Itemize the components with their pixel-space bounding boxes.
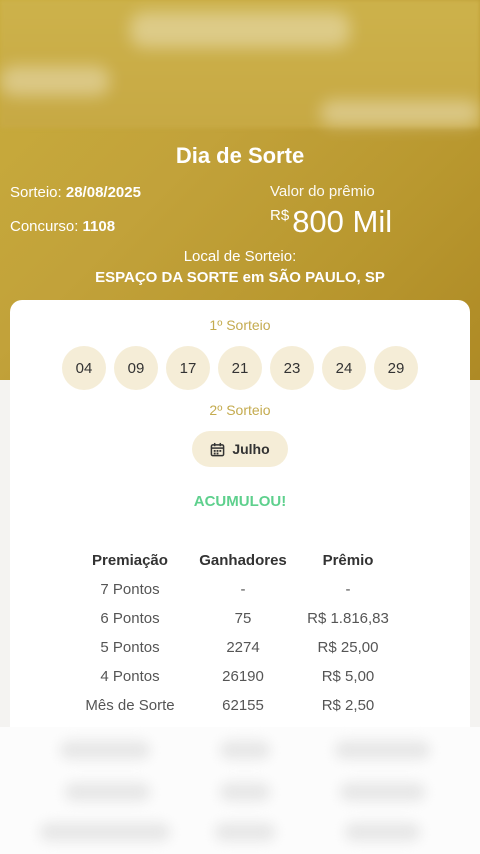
blurred-region [60, 741, 150, 759]
table-cell: - [345, 581, 351, 598]
prize-value: R$800 Mil [270, 204, 392, 240]
table-row: 4 Pontos 26190 R$ 5,00 [10, 662, 470, 691]
number-ball: 04 [62, 346, 106, 390]
table-row: 7 Pontos - - [10, 575, 470, 604]
column-header-premiacao: Premiação [92, 552, 168, 569]
prize-label: Valor do prêmio [270, 183, 375, 200]
blurred-footer [0, 727, 480, 854]
number-ball: 29 [374, 346, 418, 390]
table-row: Mês de Sorte 62155 R$ 2,50 [10, 691, 470, 720]
results-card: 1º Sorteio 04 09 17 21 23 24 29 2º Sorte… [10, 300, 470, 740]
column-header-premio: Prêmio [322, 552, 374, 569]
table-cell: 2274 [226, 639, 260, 656]
local-label: Local de Sorteio: [183, 248, 297, 265]
status-badge: ACUMULOU! [193, 493, 287, 510]
blurred-region [220, 783, 270, 801]
table-cell: 5 Pontos [100, 639, 160, 656]
table-cell: R$ 25,00 [317, 639, 379, 656]
column-header-ganhadores: Ganhadores [199, 552, 287, 569]
blurred-region [0, 66, 110, 96]
prize-amount: 800 Mil [292, 204, 393, 239]
table-cell: R$ 2,50 [321, 697, 375, 714]
table-cell: - [240, 581, 246, 598]
blurred-region [130, 12, 350, 48]
concurso-number: Concurso: 1108 [10, 218, 115, 235]
second-draw-label: 2º Sorteio [209, 402, 271, 418]
table-cell: 75 [234, 610, 252, 627]
calendar-icon [210, 442, 225, 456]
table-cell: Mês de Sorte [85, 697, 175, 714]
table-cell: 26190 [222, 668, 264, 685]
table-cell: 4 Pontos [100, 668, 160, 685]
prize-currency: R$ [270, 207, 290, 224]
table-header: Premiação Ganhadores Prêmio [10, 546, 470, 575]
sorteio-date-value: 28/08/2025 [65, 184, 141, 201]
blurred-region [335, 741, 430, 759]
table-cell: 7 Pontos [100, 581, 160, 598]
blurred-region [40, 823, 170, 841]
prize-table: Premiação Ganhadores Prêmio 7 Pontos - -… [10, 546, 470, 720]
table-row: 6 Pontos 75 R$ 1.816,83 [10, 604, 470, 633]
drawn-numbers: 04 09 17 21 23 24 29 [62, 346, 418, 390]
number-ball: 21 [218, 346, 262, 390]
month-of-luck-badge: Julho [192, 431, 288, 467]
blurred-region [320, 100, 480, 126]
concurso-value: 1108 [82, 218, 116, 235]
blurred-region [220, 741, 270, 759]
blurred-region [345, 823, 420, 841]
number-ball: 24 [322, 346, 366, 390]
blurred-region [65, 783, 150, 801]
first-draw-label: 1º Sorteio [209, 317, 271, 333]
sorteio-date: Sorteio: 28/08/2025 [10, 184, 141, 201]
number-ball: 17 [166, 346, 210, 390]
sorteio-label: Sorteio: [10, 184, 62, 201]
blurred-region [215, 823, 275, 841]
table-cell: R$ 1.816,83 [307, 610, 389, 627]
concurso-label: Concurso: [10, 218, 79, 235]
month-label: Julho [232, 441, 270, 457]
table-cell: 62155 [222, 697, 264, 714]
table-row: 5 Pontos 2274 R$ 25,00 [10, 633, 470, 662]
table-cell: R$ 5,00 [321, 668, 375, 685]
number-ball: 09 [114, 346, 158, 390]
table-cell: 6 Pontos [100, 610, 160, 627]
number-ball: 23 [270, 346, 314, 390]
page-title: Dia de Sorte [175, 143, 305, 168]
blurred-region [340, 783, 425, 801]
local-value: ESPAÇO DA SORTE em SÃO PAULO, SP [95, 269, 385, 286]
